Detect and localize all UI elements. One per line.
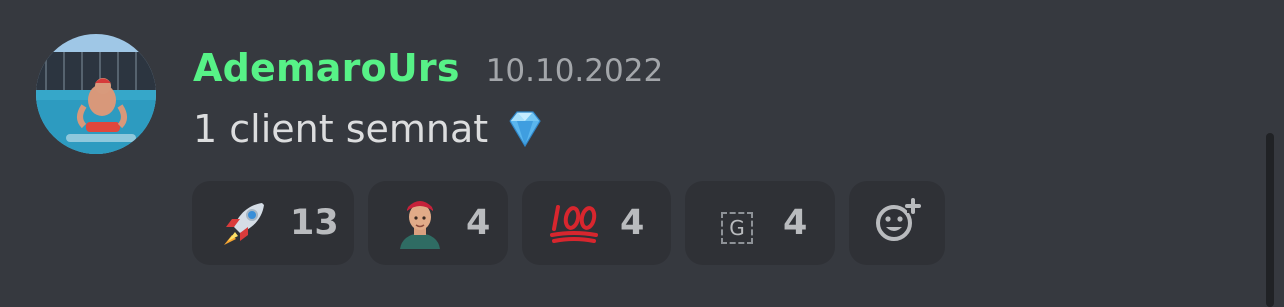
g-emoji: G (711, 197, 763, 249)
reaction-g[interactable]: G 4 (685, 181, 835, 265)
hundred-points-icon (548, 197, 600, 249)
add-reaction-button[interactable] (849, 181, 945, 265)
avatar[interactable] (36, 34, 156, 154)
message-text: 1 client semnat (193, 107, 489, 151)
message-content: 1 client semnat (193, 106, 548, 152)
scrollbar[interactable] (1266, 133, 1274, 307)
reaction-count: 4 (783, 203, 808, 243)
reaction-count: 13 (290, 203, 339, 243)
timestamp: 10.10.2022 (485, 53, 664, 89)
reactions-bar: 13 4 4 G 4 (192, 181, 945, 265)
reaction-rocket[interactable]: 13 (192, 181, 354, 265)
custom-avatar-emoji (394, 197, 446, 249)
reaction-hundred[interactable]: 4 (522, 181, 671, 265)
username[interactable]: AdemaroUrs (193, 46, 460, 90)
reaction-custom-avatar[interactable]: 4 (368, 181, 508, 265)
reaction-count: 4 (466, 203, 491, 243)
g-emoji-label: G (721, 212, 753, 244)
add-reaction-icon (873, 197, 921, 249)
message-header: AdemaroUrs 10.10.2022 (193, 46, 663, 90)
reaction-count: 4 (620, 203, 645, 243)
chat-message: AdemaroUrs 10.10.2022 1 client semnat 13… (0, 0, 1284, 307)
gem-icon (502, 106, 548, 152)
rocket-icon (218, 197, 270, 249)
